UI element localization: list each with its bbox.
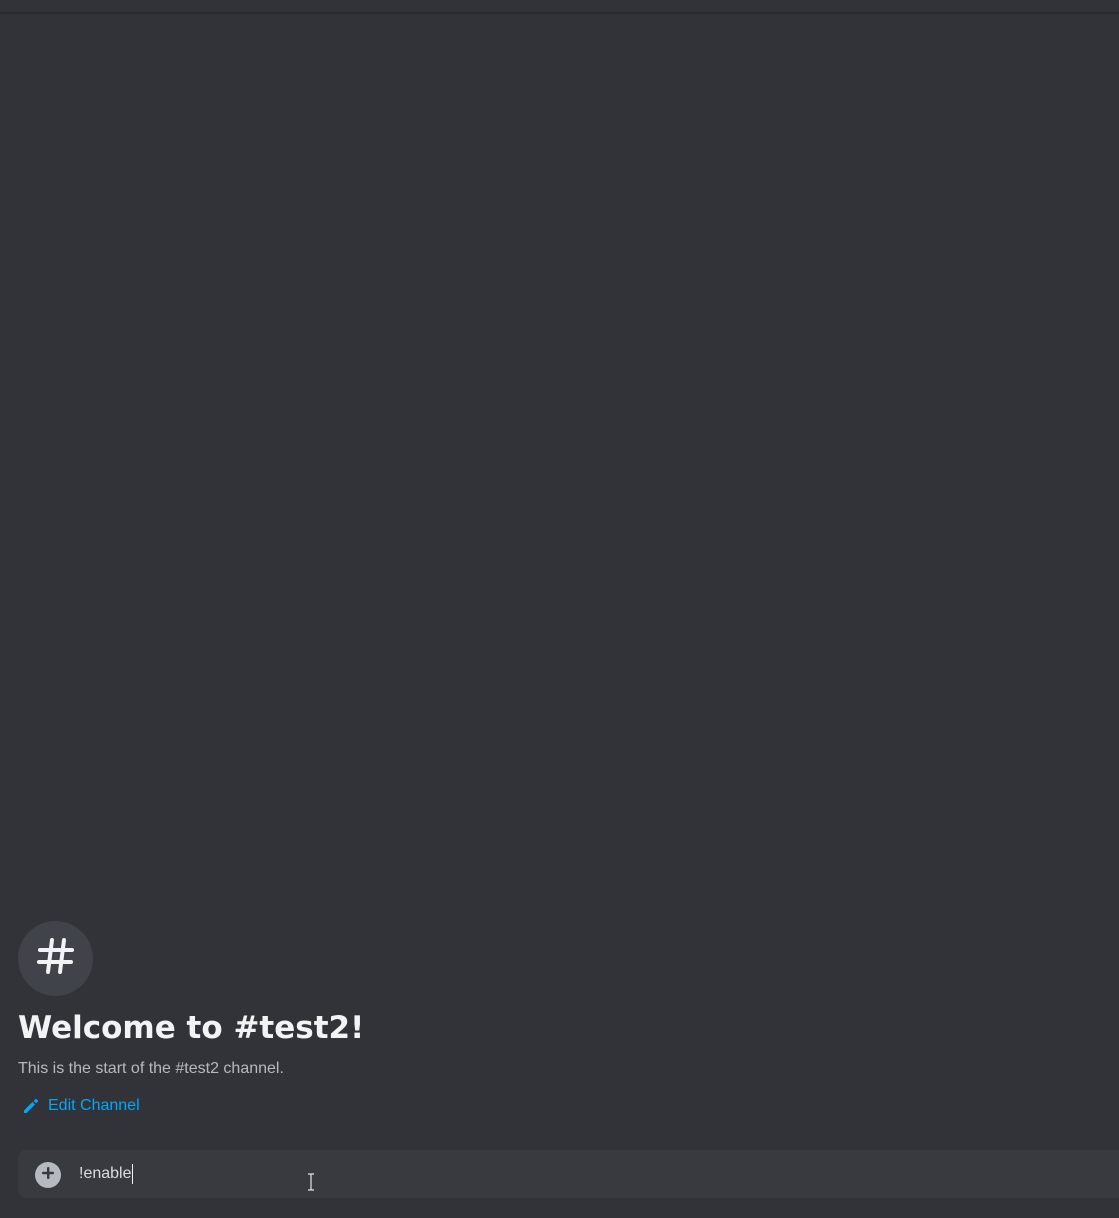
channel-hash-badge [18,921,93,996]
edit-channel-label: Edit Channel [48,1097,140,1114]
hash-icon [35,935,77,982]
attach-button[interactable] [35,1162,61,1188]
header-divider [0,0,1119,14]
plus-circle-icon [40,1165,56,1186]
message-input-text: !enable [79,1165,132,1182]
welcome-subtitle: This is the start of the #test2 channel. [18,1060,284,1077]
messages-area [0,16,1119,1136]
text-caret [131,1164,133,1184]
message-input[interactable]: !enable [79,1162,1079,1186]
ibeam-cursor-icon [306,1173,316,1191]
pencil-icon [22,1097,40,1115]
channel-view: Welcome to #test2! This is the start of … [0,0,1119,1218]
message-composer: !enable [18,1150,1119,1198]
welcome-title: Welcome to #test2! [18,1010,365,1046]
edit-channel-button[interactable]: Edit Channel [22,1094,140,1118]
